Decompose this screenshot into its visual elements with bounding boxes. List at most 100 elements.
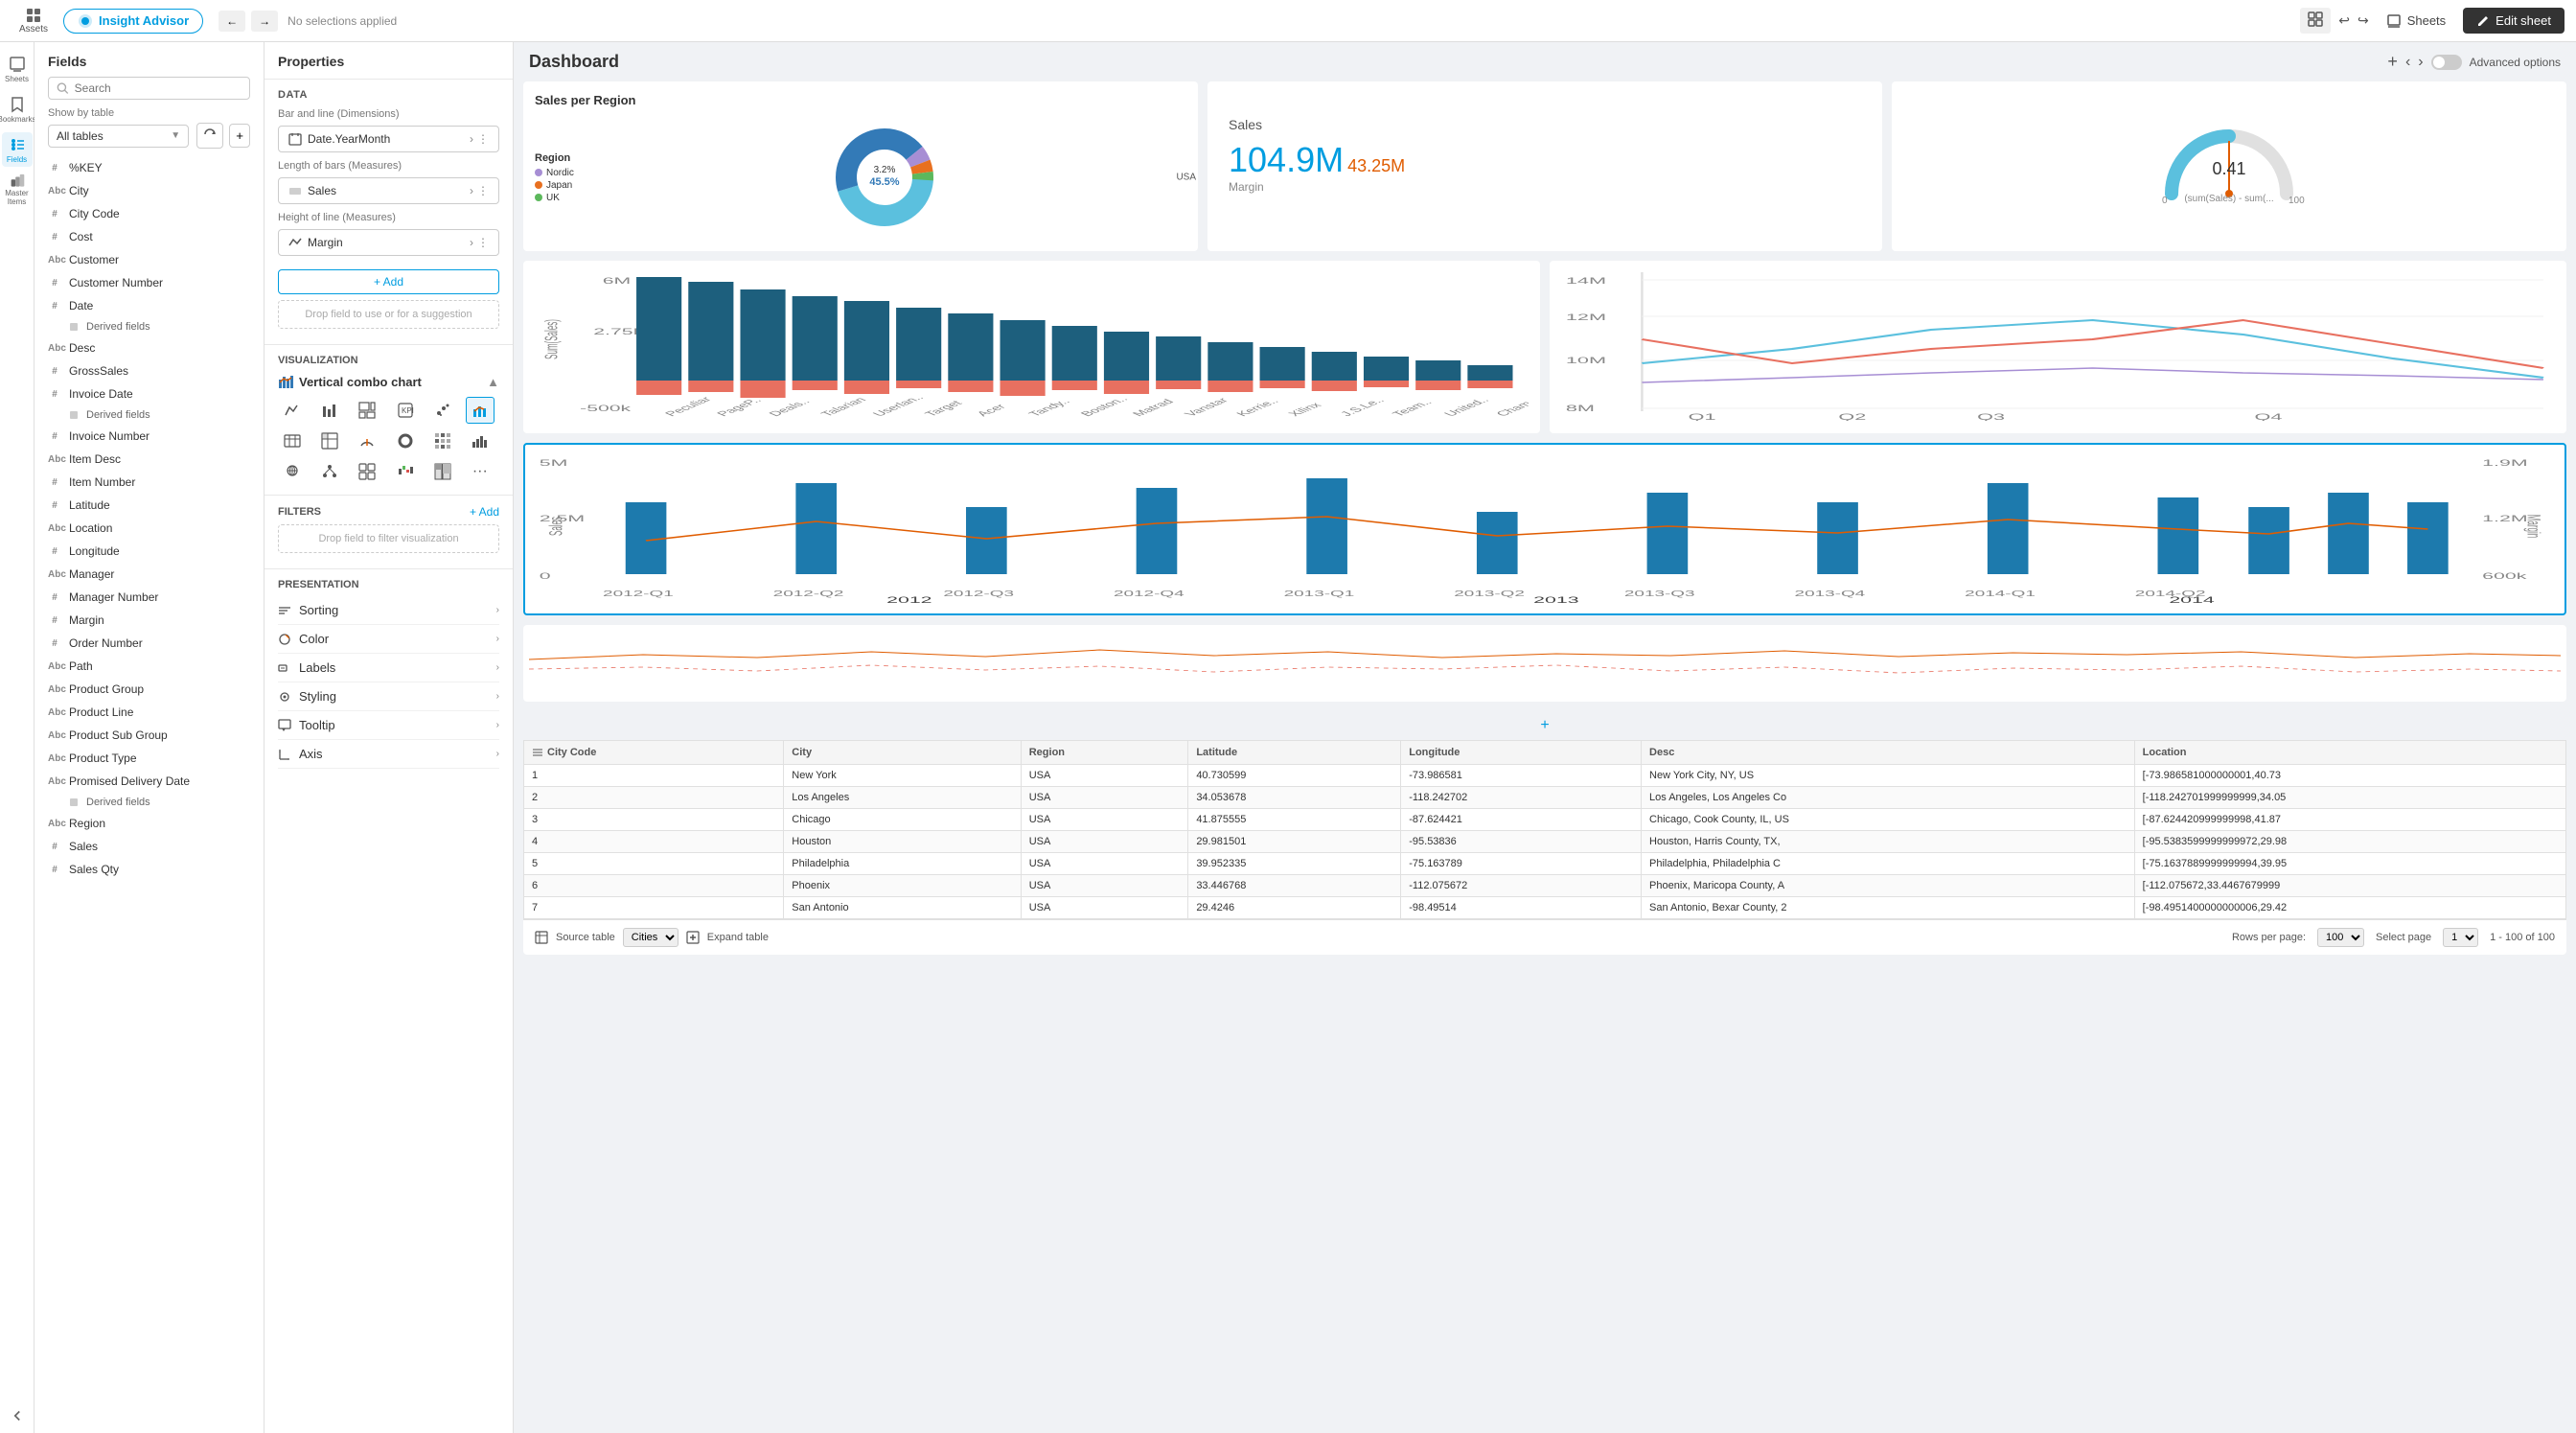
refresh-btn[interactable] <box>196 123 223 149</box>
field-item[interactable]: Abc Promised Delivery Date <box>34 770 264 793</box>
field-item[interactable]: Abc City <box>34 179 264 202</box>
expand-icon3[interactable]: › <box>470 236 473 249</box>
sidebar-bookmarks[interactable]: Bookmarks <box>2 92 33 127</box>
viz-scatter-icon[interactable] <box>428 397 457 424</box>
viz-histogram-icon[interactable] <box>466 428 494 454</box>
search-input[interactable] <box>75 81 242 95</box>
sidebar-fields[interactable]: Fields <box>2 132 33 167</box>
viz-waterfall-icon[interactable] <box>391 458 420 485</box>
derived-fields-item[interactable]: Derived fields <box>34 793 264 812</box>
viz-gauge-icon[interactable] <box>353 428 381 454</box>
viz-kpi-icon[interactable]: KPI <box>391 397 420 424</box>
nav-prev-btn[interactable]: ‹ <box>2405 54 2410 71</box>
viz-line-icon[interactable] <box>278 397 307 424</box>
field-item[interactable]: # Longitude <box>34 540 264 563</box>
field-item[interactable]: # Sales Qty <box>34 858 264 881</box>
height-row[interactable]: Margin › ⋮ <box>278 229 499 256</box>
viz-donut-icon[interactable] <box>391 428 420 454</box>
redo-btn[interactable]: ↪ <box>2358 12 2369 29</box>
pres-sorting[interactable]: Sorting › <box>278 596 499 625</box>
viz-grid2-icon[interactable] <box>353 458 381 485</box>
field-item[interactable]: Abc Product Type <box>34 747 264 770</box>
field-item[interactable]: Abc Product Sub Group <box>34 724 264 747</box>
col-city-code[interactable]: City Code <box>524 741 784 765</box>
assets-button[interactable]: Assets <box>12 3 56 38</box>
derived-fields-item[interactable]: Derived fields <box>34 405 264 425</box>
field-item[interactable]: # GrossSales <box>34 359 264 382</box>
expand-icon2[interactable]: › <box>470 184 473 197</box>
nav-next-btn[interactable]: › <box>2418 54 2423 71</box>
add-field-btn[interactable]: + <box>229 124 250 148</box>
viz-heatmap-icon[interactable] <box>428 428 457 454</box>
field-item[interactable]: Abc Item Desc <box>34 448 264 471</box>
field-item[interactable]: # Customer Number <box>34 271 264 294</box>
expand-table-label[interactable]: Expand table <box>707 932 769 943</box>
sheets-button[interactable]: Sheets <box>2377 10 2455 33</box>
viz-more-icon[interactable]: ··· <box>466 458 494 485</box>
add-chart-btn[interactable]: + <box>2387 52 2398 72</box>
source-table-select[interactable]: Cities <box>623 928 678 947</box>
field-item[interactable]: # Margin <box>34 609 264 632</box>
viz-treemap-icon[interactable] <box>353 397 381 424</box>
col-latitude[interactable]: Latitude <box>1188 741 1401 765</box>
add-chart-row-btn[interactable]: + <box>514 711 2576 740</box>
field-item[interactable]: Abc Product Line <box>34 701 264 724</box>
sidebar-sheets[interactable]: Sheets <box>2 52 33 86</box>
field-item[interactable]: Abc Region <box>34 812 264 835</box>
pres-labels[interactable]: Labels › <box>278 654 499 682</box>
more-icon2[interactable]: ⋮ <box>477 184 489 197</box>
selection-fwd-btn[interactable]: → <box>251 11 278 32</box>
page-select[interactable]: 1 <box>2443 928 2478 947</box>
insight-tab[interactable]: Insight Advisor <box>63 9 203 34</box>
viz-table-icon[interactable] <box>278 428 307 454</box>
sidebar-collapse[interactable] <box>2 1398 33 1433</box>
field-item[interactable]: # City Code <box>34 202 264 225</box>
rows-per-page-select[interactable]: 100 <box>2317 928 2364 947</box>
field-item[interactable]: # Date <box>34 294 264 317</box>
derived-fields-item[interactable]: Derived fields <box>34 317 264 336</box>
field-item[interactable]: Abc Manager <box>34 563 264 586</box>
field-item[interactable]: # Invoice Date <box>34 382 264 405</box>
col-longitude[interactable]: Longitude <box>1401 741 1642 765</box>
field-item[interactable]: # Invoice Number <box>34 425 264 448</box>
field-item[interactable]: Abc Product Group <box>34 678 264 701</box>
field-item[interactable]: # %KEY <box>34 156 264 179</box>
field-item[interactable]: # Manager Number <box>34 586 264 609</box>
expand-viz-icon[interactable]: ▲ <box>487 375 499 389</box>
field-item[interactable]: Abc Location <box>34 517 264 540</box>
add-field-button[interactable]: + Add <box>278 269 499 294</box>
viz-map-icon[interactable] <box>278 458 307 485</box>
length-row[interactable]: Sales › ⋮ <box>278 177 499 204</box>
pres-color[interactable]: Color › <box>278 625 499 654</box>
more-icon[interactable]: ⋮ <box>477 132 489 146</box>
field-item[interactable]: Abc Path <box>34 655 264 678</box>
table-select[interactable]: All tables ▼ <box>48 125 189 148</box>
expand-icon[interactable]: › <box>470 132 473 146</box>
viz-network-icon[interactable] <box>315 458 344 485</box>
edit-sheet-button[interactable]: Edit sheet <box>2463 8 2564 34</box>
col-region[interactable]: Region <box>1021 741 1188 765</box>
sidebar-master[interactable]: Master Items <box>2 173 33 207</box>
selection-back-btn[interactable]: ← <box>218 11 245 32</box>
field-item[interactable]: # Sales <box>34 835 264 858</box>
col-desc[interactable]: Desc <box>1642 741 2135 765</box>
table-scroll[interactable]: City Code City Region Latitude Longitude… <box>523 740 2566 919</box>
field-item[interactable]: Abc Customer <box>34 248 264 271</box>
pres-styling[interactable]: Styling › <box>278 682 499 711</box>
field-item[interactable]: # Item Number <box>34 471 264 494</box>
field-item[interactable]: # Order Number <box>34 632 264 655</box>
add-filter-btn[interactable]: + Add <box>470 505 499 519</box>
undo-btn[interactable]: ↩ <box>2338 12 2350 29</box>
pres-tooltip[interactable]: Tooltip › <box>278 711 499 740</box>
field-item[interactable]: # Cost <box>34 225 264 248</box>
advanced-toggle[interactable] <box>2431 55 2462 70</box>
field-item[interactable]: # Latitude <box>34 494 264 517</box>
field-item[interactable]: Abc Desc <box>34 336 264 359</box>
viz-combo-icon[interactable] <box>466 397 494 424</box>
bar-dim-row[interactable]: Date.YearMonth › ⋮ <box>278 126 499 152</box>
pres-axis[interactable]: Axis › <box>278 740 499 769</box>
viz-mekko-icon[interactable] <box>428 458 457 485</box>
more-icon3[interactable]: ⋮ <box>477 236 489 249</box>
grid-view-btn[interactable] <box>2300 8 2331 34</box>
col-city[interactable]: City <box>784 741 1021 765</box>
